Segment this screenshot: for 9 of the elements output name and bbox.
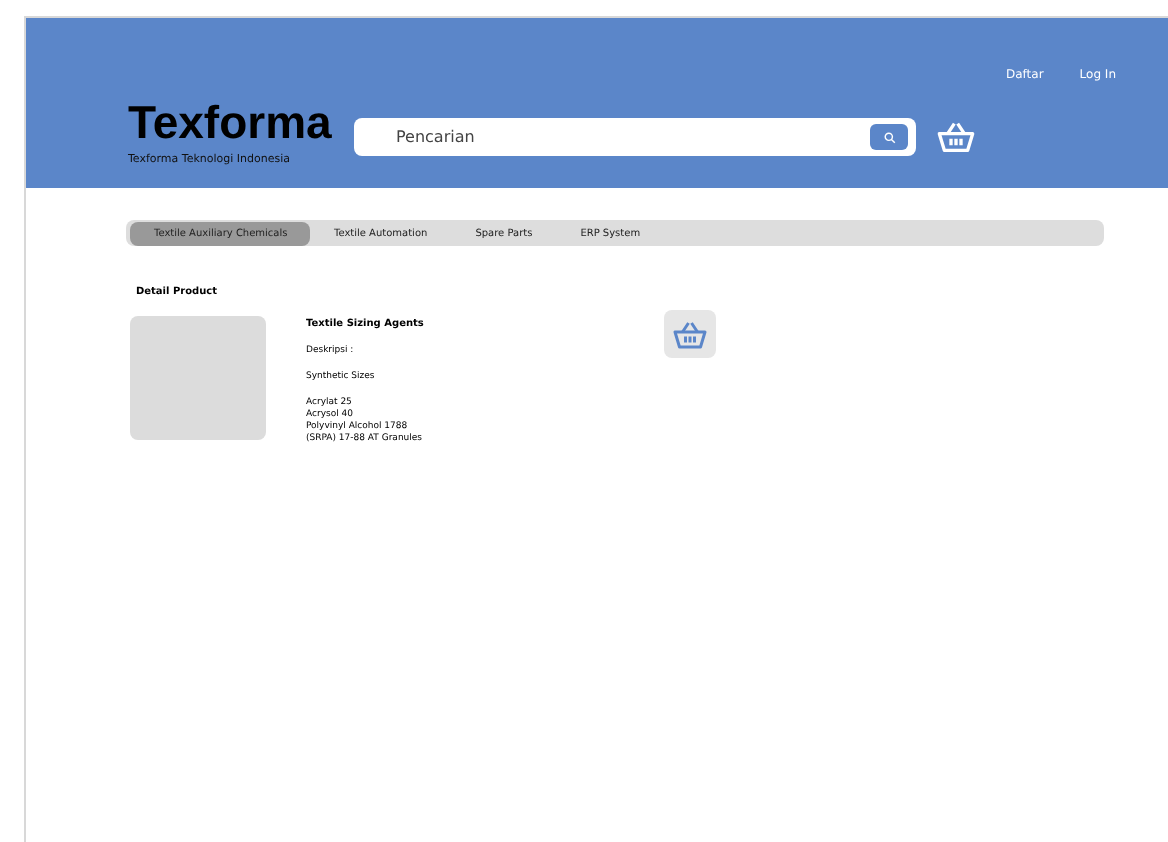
basket-icon (672, 319, 708, 349)
basket-icon[interactable] (936, 120, 976, 154)
search-button[interactable] (870, 124, 908, 150)
search-icon (883, 131, 895, 143)
add-to-cart-button[interactable] (664, 310, 716, 358)
search-bar[interactable]: Pencarian (354, 118, 916, 156)
brand-logo: Texforma (128, 98, 334, 146)
image-placeholder (130, 316, 266, 440)
search-field[interactable]: Pencarian (392, 126, 870, 148)
